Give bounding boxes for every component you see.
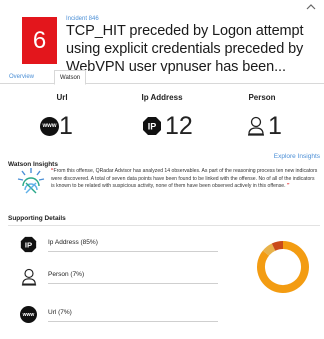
stat-url-value: 1 bbox=[59, 112, 73, 140]
supporting-details-donut-chart bbox=[257, 241, 309, 293]
stat-person: Person bbox=[212, 93, 312, 102]
tab-bar: Overview Watson bbox=[0, 70, 324, 85]
detail-item-label: Person (7%) bbox=[48, 271, 85, 278]
supporting-details-title: Supporting Details bbox=[8, 215, 66, 222]
svg-text:IP: IP bbox=[25, 240, 32, 249]
detail-item-label: Url (7%) bbox=[48, 309, 72, 316]
severity-badge: 6 bbox=[22, 17, 57, 64]
chevron-up-icon[interactable] bbox=[306, 3, 316, 11]
watson-logo-icon bbox=[17, 168, 45, 194]
detail-divider bbox=[48, 251, 218, 252]
ip-icon: IP bbox=[143, 117, 161, 135]
insight-body: From this offense, QRadar Advisor has an… bbox=[51, 168, 318, 190]
stat-person-label: Person bbox=[248, 93, 276, 102]
stat-person-row: 1 bbox=[247, 113, 282, 139]
explore-insights-link[interactable]: Explore Insights bbox=[274, 153, 320, 160]
stat-ip-value: 12 bbox=[165, 112, 193, 140]
stat-url: Url bbox=[12, 93, 112, 102]
insight-summary: “From this offense, QRadar Advisor has a… bbox=[8, 164, 320, 210]
stat-ip-label: Ip Address bbox=[141, 93, 183, 102]
person-icon bbox=[248, 116, 264, 136]
stat-url-label: Url bbox=[56, 93, 68, 102]
donut-segment bbox=[262, 243, 276, 256]
detail-item-label: Ip Address (85%) bbox=[48, 239, 98, 246]
www-icon: www bbox=[40, 116, 59, 136]
person-icon bbox=[21, 268, 37, 286]
stat-ip-row: IP 12 bbox=[142, 113, 193, 139]
stat-url-row: www 1 bbox=[40, 113, 73, 139]
stat-person-value: 1 bbox=[268, 112, 282, 140]
severity-value: 6 bbox=[32, 26, 47, 54]
donut-segment bbox=[271, 241, 284, 251]
www-icon: www bbox=[20, 306, 37, 323]
tab-overview[interactable]: Overview bbox=[4, 70, 39, 84]
offense-title: TCP_HIT preceded by Logon attempt using … bbox=[66, 23, 304, 75]
tab-watson[interactable]: Watson bbox=[54, 70, 87, 85]
insights-header: Watson Insights Explore Insights bbox=[8, 153, 320, 168]
detail-divider bbox=[48, 321, 218, 322]
insight-text: “From this offense, QRadar Advisor has a… bbox=[51, 168, 318, 190]
stat-ip: Ip Address bbox=[112, 93, 212, 102]
ip-icon: IP bbox=[20, 236, 37, 253]
svg-text:IP: IP bbox=[148, 122, 157, 132]
detail-divider bbox=[48, 283, 218, 284]
section-divider bbox=[8, 225, 320, 226]
